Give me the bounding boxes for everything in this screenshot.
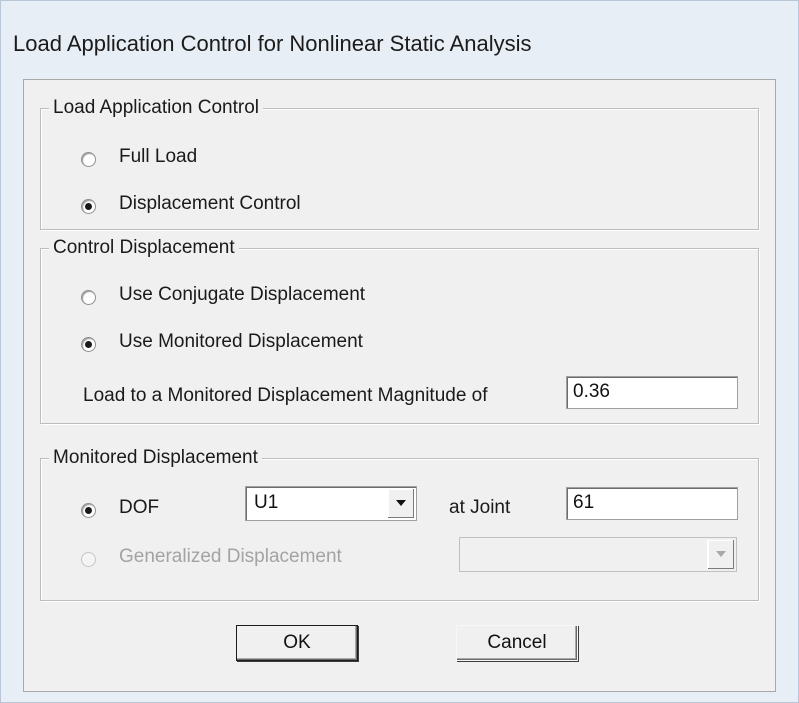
at-joint-label: at Joint [449,497,511,518]
window-title: Load Application Control for Nonlinear S… [13,31,532,56]
dof-radio[interactable] [81,503,96,518]
use-conjugate-displacement-label[interactable]: Use Conjugate Displacement [119,284,365,306]
cancel-button[interactable]: Cancel [456,625,578,661]
ok-button[interactable]: OK [236,625,358,661]
generalized-displacement-radio[interactable] [81,552,96,567]
generalized-displacement-label[interactable]: Generalized Displacement [119,546,342,568]
displacement-control-radio[interactable] [81,199,96,214]
dialog-window: Load Application Control for Nonlinear S… [0,0,799,703]
dof-label[interactable]: DOF [119,497,159,519]
joint-input[interactable]: 61 [566,487,738,520]
chevron-down-icon [716,551,726,557]
use-monitored-displacement-label[interactable]: Use Monitored Displacement [119,331,363,353]
dof-dropdown-value: U1 [254,492,279,513]
displacement-control-label[interactable]: Displacement Control [119,193,301,215]
monitored-displacement-legend: Monitored Displacement [49,447,262,469]
generalized-displacement-dropdown[interactable] [459,537,737,572]
dof-dropdown[interactable]: U1 [245,486,417,521]
dialog-client-area: Load Application Control Full Load Displ… [23,79,776,692]
control-displacement-legend: Control Displacement [49,237,239,259]
chevron-down-icon [396,500,406,506]
magnitude-input[interactable]: 0.36 [566,376,738,409]
control-displacement-group: Control Displacement Use Conjugate Displ… [40,237,759,424]
title-bar: Load Application Control for Nonlinear S… [1,1,798,81]
full-load-radio[interactable] [81,152,96,167]
load-application-control-legend: Load Application Control [49,97,263,119]
dof-dropdown-button[interactable] [387,489,414,518]
use-monitored-displacement-radio[interactable] [81,337,96,352]
magnitude-label: Load to a Monitored Displacement Magnitu… [83,385,488,406]
monitored-displacement-group: Monitored Displacement DOF U1 at Joint 6… [40,447,759,601]
full-load-label[interactable]: Full Load [119,146,197,168]
use-conjugate-displacement-radio[interactable] [81,290,96,305]
generalized-dropdown-button[interactable] [707,540,734,569]
load-application-control-group: Load Application Control Full Load Displ… [40,97,759,230]
